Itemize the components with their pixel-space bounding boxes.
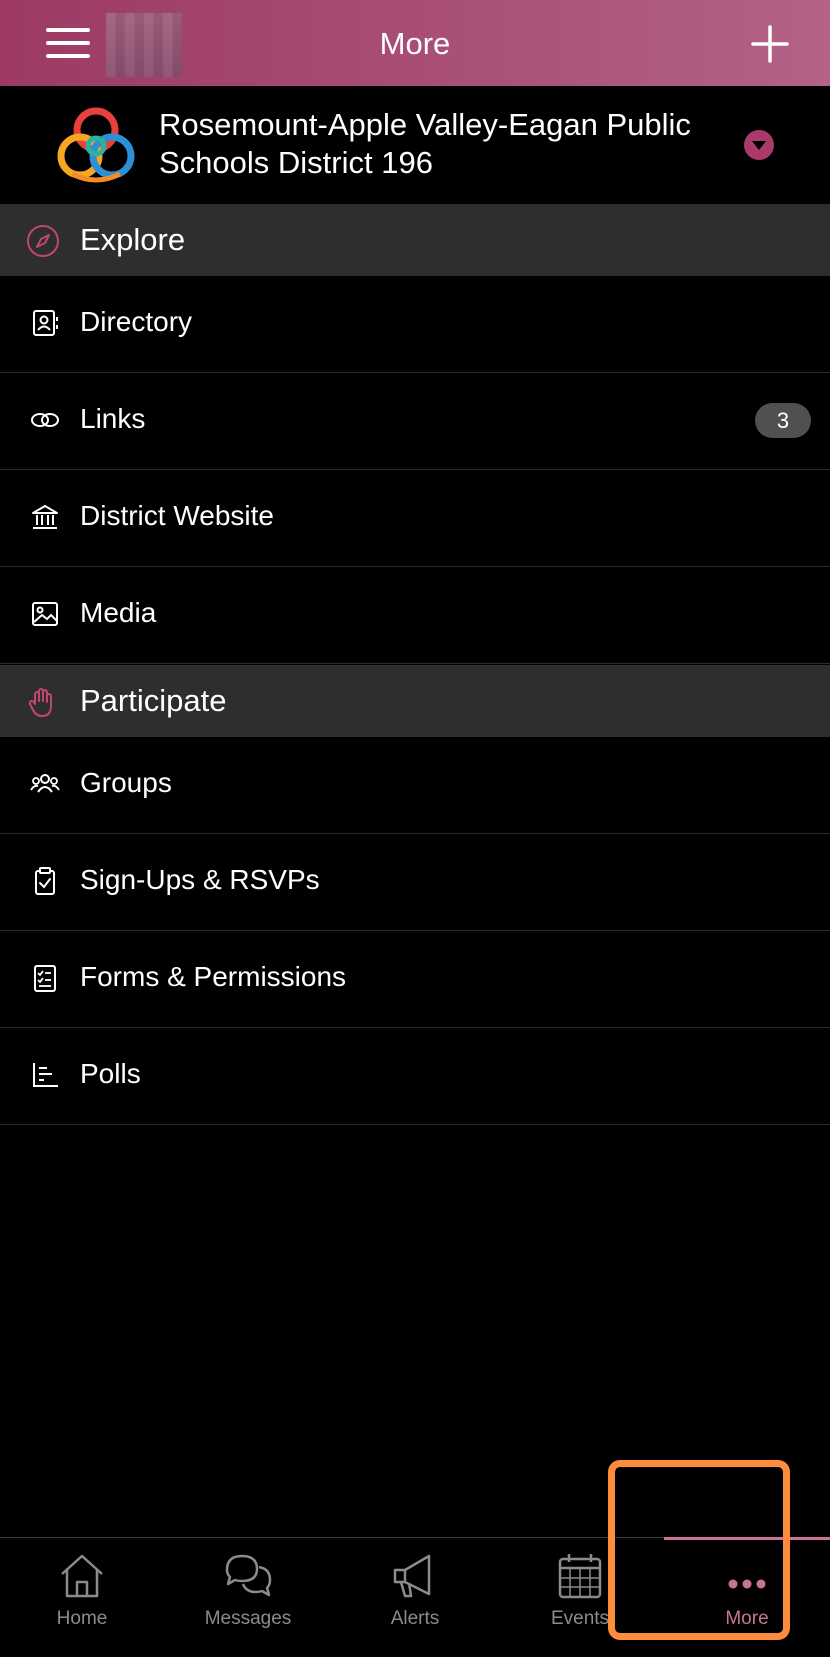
menu-item-forms-permissions[interactable]: Forms & Permissions <box>0 931 830 1028</box>
plus-icon[interactable] <box>750 24 790 64</box>
page-title: More <box>379 26 451 61</box>
menu-item-label: Polls <box>80 1058 141 1089</box>
calendar-icon <box>558 1554 602 1599</box>
compass-icon <box>27 225 59 257</box>
menu-item-sign-ups-rsvps[interactable]: Sign-Ups & RSVPs <box>0 834 830 931</box>
menu-item-directory[interactable]: Directory <box>0 276 830 373</box>
clipboard-check-icon <box>35 867 55 895</box>
section-header-explore: Explore <box>0 204 830 276</box>
organization-name: Rosemount-Apple Valley-Eagan Public Scho… <box>159 107 691 180</box>
menu-item-district-website[interactable]: District Website <box>0 470 830 567</box>
tab-alerts[interactable]: Alerts <box>340 1538 490 1648</box>
menu-item-label: Forms & Permissions <box>80 961 347 992</box>
menu-item-label: Media <box>80 597 157 628</box>
chat-bubbles-icon <box>225 1554 272 1597</box>
checklist-icon <box>34 965 56 992</box>
top-app-bar: More <box>0 0 830 86</box>
district-logo <box>57 107 135 183</box>
menu-item-label: Groups <box>80 767 172 798</box>
link-icon <box>31 413 59 427</box>
menu-item-label: Directory <box>80 306 193 337</box>
menu-item-links[interactable]: Links 3 <box>0 373 830 470</box>
megaphone-icon <box>393 1554 431 1598</box>
image-icon <box>32 602 58 626</box>
menu-item-media[interactable]: Media <box>0 567 830 664</box>
tab-label: Messages <box>204 1608 292 1629</box>
highlight-annotation-box <box>608 1460 790 1640</box>
chevron-down-icon[interactable] <box>744 130 774 160</box>
bar-chart-icon <box>33 1063 58 1087</box>
people-icon <box>30 774 60 793</box>
tab-home[interactable]: Home <box>7 1538 157 1648</box>
section-label: Participate <box>80 683 227 718</box>
count-badge: 3 <box>755 403 811 438</box>
menu-item-label: District Website <box>80 500 274 531</box>
section-header-participate: Participate <box>0 665 830 737</box>
contact-card-icon <box>33 310 58 336</box>
section-label: Explore <box>80 222 186 257</box>
tab-messages[interactable]: Messages <box>173 1538 323 1648</box>
bank-building-icon <box>32 505 58 529</box>
tab-label: Home <box>56 1608 108 1629</box>
menu-item-groups[interactable]: Groups <box>0 737 830 834</box>
menu-item-label: Links <box>80 403 146 434</box>
organization-selector[interactable]: Rosemount-Apple Valley-Eagan Public Scho… <box>0 86 830 204</box>
home-icon <box>61 1554 103 1598</box>
tab-label: Alerts <box>390 1608 440 1629</box>
menu-item-polls[interactable]: Polls <box>0 1028 830 1125</box>
raised-hand-icon <box>28 688 52 717</box>
menu-item-label: Sign-Ups & RSVPs <box>80 864 320 895</box>
